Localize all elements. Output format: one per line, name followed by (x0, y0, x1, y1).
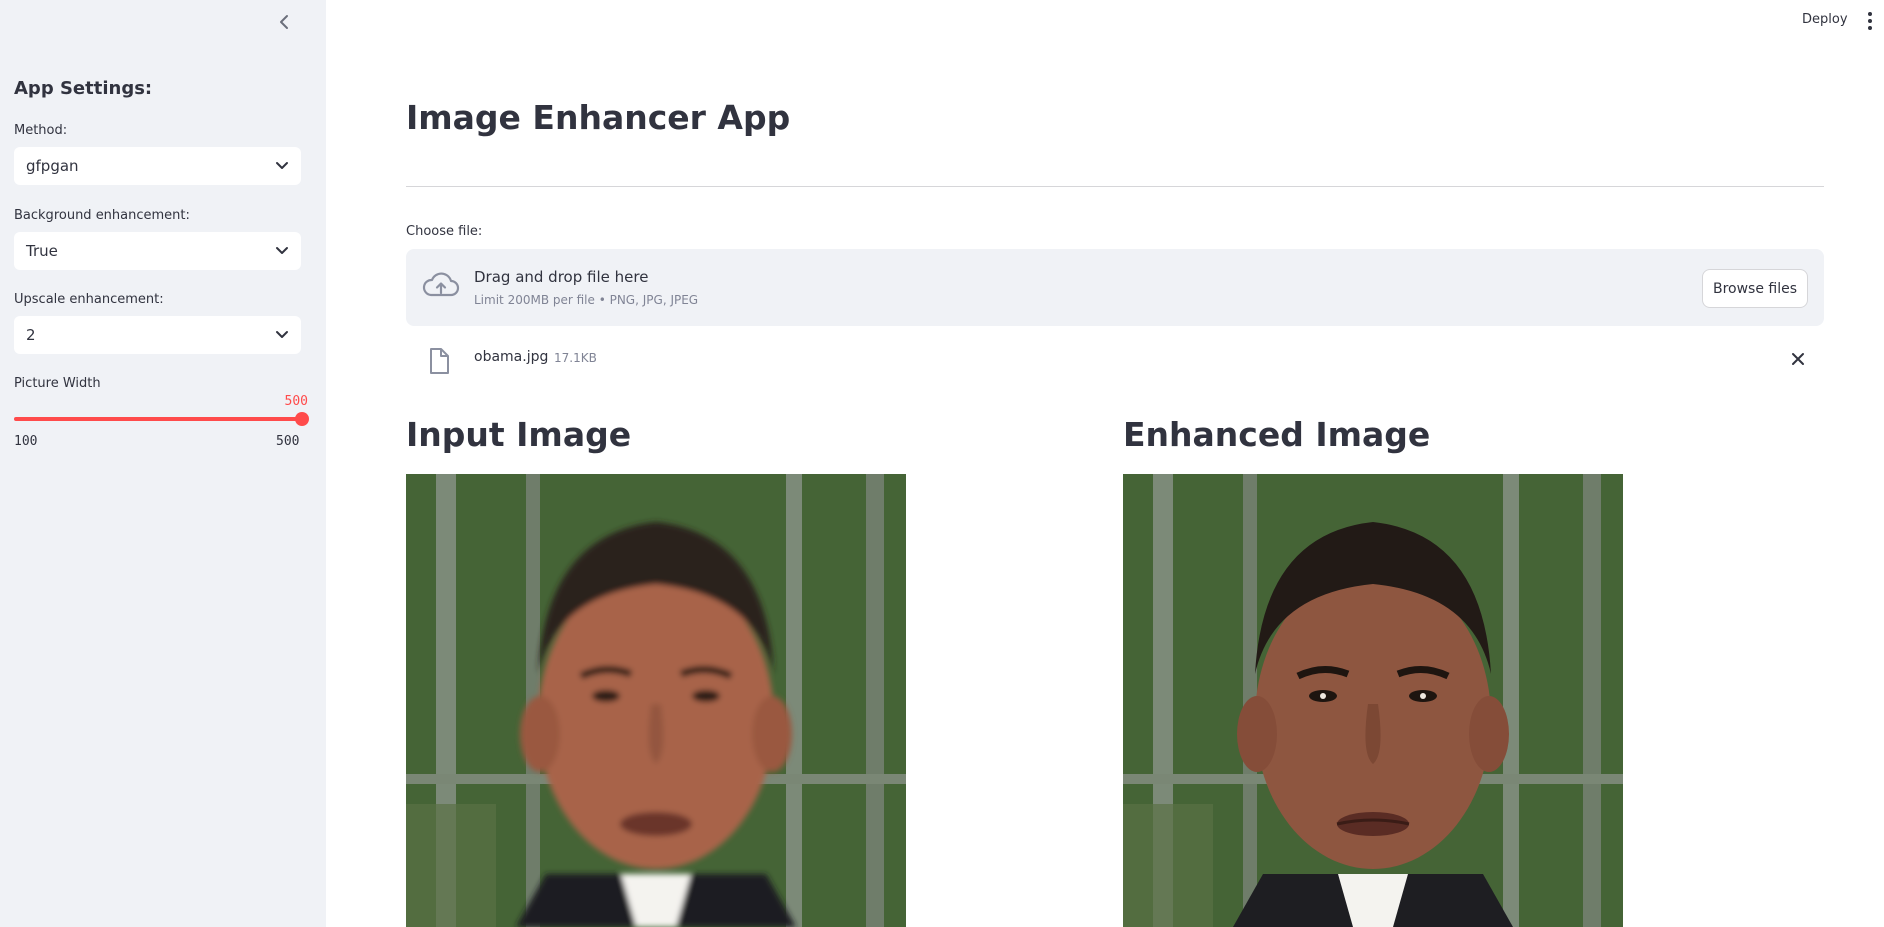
input-image-title: Input Image (406, 415, 632, 454)
width-slider-value: 500 (284, 394, 308, 409)
method-select-value: gfpgan (26, 157, 79, 175)
dropzone-title: Drag and drop file here (474, 268, 649, 286)
file-icon (430, 348, 449, 374)
sidebar-title: App Settings: (14, 78, 153, 99)
width-slider-thumb[interactable] (295, 412, 309, 426)
collapse-sidebar-button[interactable] (274, 11, 294, 33)
more-vertical-icon[interactable] (1866, 12, 1874, 30)
upscale-select[interactable]: 2 (14, 316, 301, 354)
width-slider-min: 100 (14, 434, 38, 449)
page-title: Image Enhancer App (406, 98, 791, 137)
uploaded-file-row: obama.jpg 17.1KB (406, 340, 1824, 380)
close-icon[interactable] (1790, 351, 1806, 367)
background-select-value: True (26, 242, 58, 260)
width-slider-label: Picture Width (14, 376, 101, 391)
input-image (406, 474, 906, 927)
chevron-down-icon (276, 331, 288, 338)
chevron-left-icon (280, 15, 288, 29)
upscale-select-value: 2 (26, 326, 36, 344)
file-name: obama.jpg (474, 349, 549, 365)
chevron-down-icon (276, 247, 288, 254)
upscale-label: Upscale enhancement: (14, 292, 164, 307)
width-slider-track[interactable] (14, 417, 302, 421)
method-select[interactable]: gfpgan (14, 147, 301, 185)
dropzone-limit-text: Limit 200MB per file • PNG, JPG, JPEG (474, 293, 699, 307)
deploy-button[interactable]: Deploy (1802, 12, 1848, 27)
file-dropzone[interactable]: Drag and drop file here Limit 200MB per … (406, 249, 1824, 326)
cloud-upload-icon (422, 272, 460, 297)
sidebar: App Settings: Method: gfpgan Background … (0, 0, 326, 927)
enhanced-image-title: Enhanced Image (1123, 415, 1431, 454)
browse-files-button[interactable]: Browse files (1702, 269, 1808, 308)
file-uploader-label: Choose file: (406, 224, 483, 239)
width-slider-max: 500 (276, 434, 300, 449)
background-select[interactable]: True (14, 232, 301, 270)
enhanced-image (1123, 474, 1623, 927)
divider (406, 186, 1824, 187)
method-label: Method: (14, 123, 68, 138)
chevron-down-icon (276, 162, 288, 169)
background-label: Background enhancement: (14, 208, 190, 223)
file-size: 17.1KB (554, 351, 597, 365)
